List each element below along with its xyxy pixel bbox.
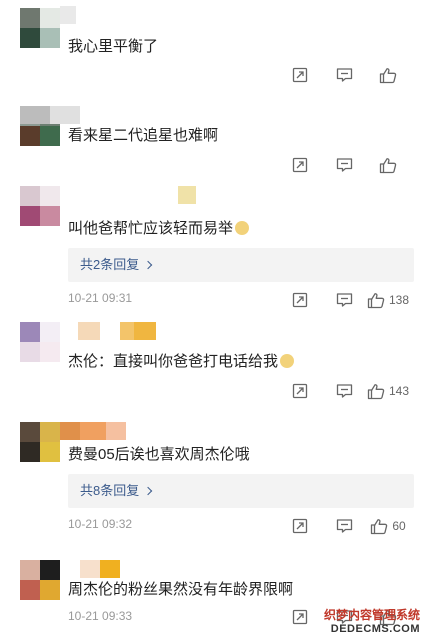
share-icon[interactable] xyxy=(278,515,322,537)
share-icon[interactable] xyxy=(278,606,322,628)
like-button[interactable]: 60 xyxy=(366,515,410,537)
avatar-pixel xyxy=(20,560,40,580)
username-pixel xyxy=(100,560,120,578)
comment-text: 费曼05后诶也喜欢周杰伦哦 xyxy=(68,446,250,463)
replies-count-label: 共8条回复 xyxy=(80,483,140,498)
comment-text: 杰伦：直接叫你爸爸打电话给我 xyxy=(68,352,295,372)
avatar-pixel xyxy=(40,8,60,28)
like-button[interactable]: 143 xyxy=(366,380,410,402)
emoji-icon xyxy=(235,221,250,235)
like-button[interactable]: 138 xyxy=(366,289,410,311)
avatar-pixel xyxy=(40,126,60,146)
avatar-pixel xyxy=(20,442,40,462)
thumbs-up-icon xyxy=(379,157,397,174)
comment-timestamp: 10-21 09:32 xyxy=(68,517,133,531)
avatar-pixel xyxy=(40,342,60,362)
share-icon[interactable] xyxy=(278,289,322,311)
share-icon[interactable] xyxy=(278,64,322,86)
username-blurred[interactable] xyxy=(78,322,156,340)
avatar-pixel xyxy=(20,186,40,206)
emoji-icon xyxy=(280,354,295,368)
avatar-pixel xyxy=(40,28,60,48)
thumbs-up-icon xyxy=(367,383,385,400)
avatar-pixel xyxy=(20,322,40,342)
comment-actions: 60 xyxy=(278,515,410,537)
username-pixel xyxy=(134,322,156,340)
comment-timestamp: 10-21 09:31 xyxy=(68,291,133,305)
avatar-pixel xyxy=(20,422,40,442)
watermark-title: 织梦内容管理系统 xyxy=(323,608,420,622)
username-pixel xyxy=(106,422,126,440)
share-icon[interactable] xyxy=(278,154,322,176)
comment-actions: 143 xyxy=(278,380,410,402)
watermark-domain: DEDECMS.COM xyxy=(330,623,420,635)
avatar-pixel xyxy=(20,126,40,146)
username-blurred[interactable] xyxy=(178,186,196,204)
comment-actions: 138 xyxy=(278,289,410,311)
username-blurred[interactable] xyxy=(80,560,120,578)
thumbs-up-icon xyxy=(367,292,385,309)
view-replies-button[interactable]: 共8条回复 xyxy=(68,474,414,508)
avatar-pixel xyxy=(40,206,60,226)
username-blurred[interactable] xyxy=(20,106,80,124)
comment-text: 叫他爸帮忙应该轻而易举 xyxy=(68,219,250,239)
username-pixel xyxy=(76,6,88,24)
like-button[interactable] xyxy=(366,154,410,176)
avatar[interactable] xyxy=(20,186,60,226)
avatar-pixel xyxy=(40,442,60,462)
avatar-pixel xyxy=(40,422,60,442)
comment-icon[interactable] xyxy=(322,289,366,311)
comment-icon[interactable] xyxy=(322,154,366,176)
avatar-pixel xyxy=(40,186,60,206)
avatar[interactable] xyxy=(20,8,60,48)
avatar[interactable] xyxy=(20,322,60,362)
like-count: 143 xyxy=(388,384,410,398)
username-pixel xyxy=(100,322,120,340)
avatar-pixel xyxy=(40,580,60,600)
username-blurred[interactable] xyxy=(60,422,126,440)
avatar-pixel xyxy=(40,560,60,580)
avatar-pixel xyxy=(20,28,40,48)
comment-text: 看来星二代追星也难啊 xyxy=(68,127,219,144)
like-count: 60 xyxy=(392,519,406,533)
avatar[interactable] xyxy=(20,560,60,600)
comment-actions xyxy=(278,64,410,86)
username-pixel xyxy=(120,322,134,340)
username-pixel xyxy=(20,106,50,124)
chevron-right-icon xyxy=(143,260,153,270)
username-blurred[interactable] xyxy=(60,6,88,24)
watermark: 织梦内容管理系统 DEDECMS.COM xyxy=(324,606,420,635)
username-pixel xyxy=(80,560,100,578)
avatar-pixel xyxy=(20,342,40,362)
comment-icon[interactable] xyxy=(322,64,366,86)
username-pixel xyxy=(60,6,76,24)
like-button[interactable] xyxy=(366,64,410,86)
avatar-pixel xyxy=(20,580,40,600)
username-pixel xyxy=(60,422,80,440)
comment-icon[interactable] xyxy=(322,515,366,537)
avatar[interactable] xyxy=(20,422,60,462)
avatar-pixel xyxy=(20,8,40,28)
view-replies-button[interactable]: 共2条回复 xyxy=(68,248,414,282)
username-pixel xyxy=(78,322,100,340)
chevron-right-icon xyxy=(143,486,153,496)
comment-text: 周杰伦的粉丝果然没有年龄界限啊 xyxy=(68,581,294,598)
like-count: 138 xyxy=(388,293,410,307)
share-icon[interactable] xyxy=(278,380,322,402)
username-pixel xyxy=(178,186,196,204)
replies-count-label: 共2条回复 xyxy=(80,257,140,272)
comment-icon[interactable] xyxy=(322,380,366,402)
username-pixel xyxy=(80,422,106,440)
comment-timestamp: 10-21 09:33 xyxy=(68,609,133,623)
username-pixel xyxy=(50,106,80,124)
avatar-pixel xyxy=(20,206,40,226)
thumbs-up-icon xyxy=(379,67,397,84)
thumbs-up-icon xyxy=(370,518,388,535)
comment-text: 我心里平衡了 xyxy=(68,38,159,55)
avatar-pixel xyxy=(40,322,60,342)
comment-actions xyxy=(278,154,410,176)
